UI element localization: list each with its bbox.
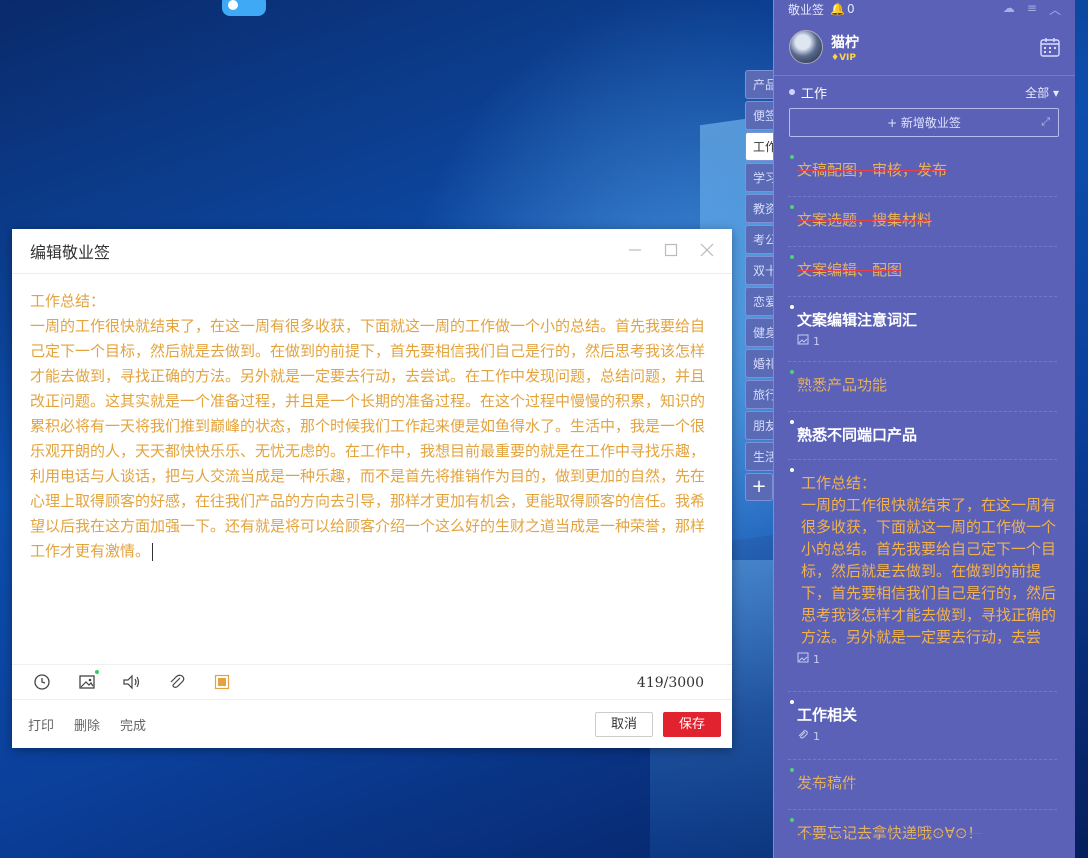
expand-icon[interactable]: ⤢ xyxy=(1041,115,1050,129)
paperclip-icon xyxy=(797,729,809,744)
minimize-button[interactable] xyxy=(626,241,644,259)
note-status-dot xyxy=(790,305,794,309)
note-attachment-meta: 1 xyxy=(788,729,1057,744)
delete-link[interactable]: 删除 xyxy=(74,715,100,734)
note-text: 文稿配图，审核，发布 xyxy=(797,161,948,179)
note-attachment-meta: 1 xyxy=(788,334,1057,348)
editor-toolbar: 419/3000 xyxy=(12,664,732,700)
close-icon xyxy=(700,243,714,257)
notes-panel: 敬业签 🔔 0 ☁ ≡ ︿ 猫柠 ♦VIP 工作 全部 ▾ + 新增敬业签 ⤢ … xyxy=(773,0,1075,858)
cancel-button[interactable]: 取消 xyxy=(595,712,653,737)
minimize-icon xyxy=(629,249,641,251)
reminder-button[interactable] xyxy=(32,672,52,692)
panel-topbar: 敬业签 🔔 0 ☁ ≡ ︿ xyxy=(774,0,1075,18)
save-button[interactable]: 保存 xyxy=(663,712,721,737)
note-status-dot xyxy=(790,155,794,159)
note-list: 文稿配图，审核，发布 文案选题，搜集材料 文案编辑、配图 文案编辑注意词汇 1 熟悉产品功… xyxy=(774,147,1075,858)
attach-file-button[interactable] xyxy=(167,672,187,692)
filter-label: 全部 xyxy=(1025,85,1050,100)
attachment-count: 1 xyxy=(813,334,820,348)
app-name: 敬业签 xyxy=(788,2,825,17)
category-bullet xyxy=(789,89,795,95)
vip-label: VIP xyxy=(839,53,856,63)
image-icon xyxy=(797,652,809,666)
note-status-dot xyxy=(790,205,794,209)
avatar[interactable] xyxy=(789,30,823,64)
note-text-editor[interactable]: 工作总结： 一周的工作很快就结束了，在这一周有很多收获，下面就这一周的工作做一个… xyxy=(30,289,714,659)
window-controls xyxy=(626,241,716,259)
note-status-dot xyxy=(790,420,794,424)
note-text: 发布稿件 xyxy=(797,774,858,792)
notification-count: 0 xyxy=(846,2,855,16)
edit-note-window: 编辑敬业签 工作总结： 一周的工作很快就结束了，在这一周有很多收获，下面就这一周… xyxy=(12,229,732,748)
note-body-text: 工作总结： 一周的工作很快就结束了，在这一周有很多收获，下面就这一周的工作做一个… xyxy=(30,292,706,560)
close-button[interactable] xyxy=(698,241,716,259)
note-item[interactable]: 熟悉产品功能 xyxy=(788,362,1057,412)
maximize-button[interactable] xyxy=(662,241,680,259)
clock-icon xyxy=(34,674,50,690)
voice-button[interactable] xyxy=(122,672,142,692)
note-status-dot xyxy=(790,468,794,472)
note-status-dot xyxy=(790,370,794,374)
category-name: 工作 xyxy=(801,86,828,102)
note-status-dot xyxy=(790,768,794,772)
user-header: 猫柠 ♦VIP xyxy=(774,18,1075,76)
paperclip-icon xyxy=(170,674,185,688)
desktop-app-icon[interactable] xyxy=(222,0,266,16)
note-text: 文案选题，搜集材料 xyxy=(797,211,933,229)
color-swatch-icon xyxy=(214,674,230,690)
note-status-dot xyxy=(790,700,794,704)
image-icon xyxy=(797,334,809,348)
note-text: 工作相关 xyxy=(797,706,858,724)
note-attachment-meta: 1 xyxy=(788,652,1057,666)
panel-top-icons: ☁ ≡ ︿ xyxy=(1003,1,1061,18)
note-status-dot xyxy=(790,818,794,822)
note-item[interactable]: 文案选题，搜集材料 xyxy=(788,197,1057,247)
note-text: 熟悉不同端口产品 xyxy=(797,426,918,444)
add-category-button[interactable]: + xyxy=(745,473,773,501)
vip-badge: ♦VIP xyxy=(831,53,856,63)
note-item[interactable]: 熟悉不同端口产品 xyxy=(788,412,1057,460)
image-icon xyxy=(79,675,95,689)
maximize-icon xyxy=(664,243,678,257)
note-item[interactable]: 文稿配图，审核，发布 xyxy=(788,147,1057,197)
calendar-icon[interactable] xyxy=(1039,36,1061,58)
note-text: 熟悉产品功能 xyxy=(797,376,888,394)
attachment-count: 1 xyxy=(813,652,820,666)
filter-dropdown[interactable]: 全部 ▾ xyxy=(1025,84,1059,101)
print-link[interactable]: 打印 xyxy=(28,715,54,734)
note-text: 工作总结： 一周的工作很快就结束了，在这一周有很多收获，下面就这一周的工作做一个… xyxy=(801,474,1057,646)
bell-icon[interactable]: 🔔 xyxy=(830,2,845,16)
note-text: 不要忘记去拿快递哦⊙∀⊙！ xyxy=(797,824,983,842)
cloud-sync-icon[interactable]: ☁ xyxy=(1003,1,1015,18)
add-note-button[interactable]: + 新增敬业签 ⤢ xyxy=(789,108,1059,137)
attachment-count: 1 xyxy=(813,730,820,743)
window-title: 编辑敬业签 xyxy=(12,229,732,274)
color-picker-button[interactable] xyxy=(212,672,232,692)
user-name: 猫柠 xyxy=(831,35,859,51)
category-header: 工作 全部 ▾ xyxy=(774,76,1075,108)
speaker-icon xyxy=(123,674,140,690)
editor-footer: 打印 删除 完成 取消 保存 xyxy=(12,701,732,748)
note-item[interactable]: 不要忘记去拿快递哦⊙∀⊙！ xyxy=(788,810,1057,858)
add-note-label: + 新增敬业签 xyxy=(887,116,961,130)
done-link[interactable]: 完成 xyxy=(120,715,146,734)
collapse-icon[interactable]: ︿ xyxy=(1049,1,1061,18)
note-status-dot xyxy=(790,255,794,259)
menu-icon[interactable]: ≡ xyxy=(1027,1,1037,18)
note-item[interactable]: 文案编辑、配图 xyxy=(788,247,1057,297)
text-caret xyxy=(152,543,154,561)
note-item[interactable]: 发布稿件 xyxy=(788,760,1057,810)
note-item[interactable]: 工作总结： 一周的工作很快就结束了，在这一周有很多收获，下面就这一周的工作做一个… xyxy=(788,460,1057,692)
note-text: 文案编辑注意词汇 xyxy=(797,311,918,329)
note-item[interactable]: 文案编辑注意词汇 1 xyxy=(788,297,1057,362)
character-counter: 419/3000 xyxy=(636,675,704,691)
insert-image-button[interactable] xyxy=(77,670,99,692)
note-item[interactable]: 工作相关 1 xyxy=(788,692,1057,760)
note-text: 文案编辑、配图 xyxy=(797,261,903,279)
